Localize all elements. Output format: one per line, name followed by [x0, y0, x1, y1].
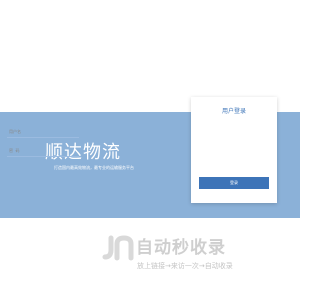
watermark-logo-icon — [102, 235, 134, 261]
page: 顺达物流 打造国内最高效物流，最专业的运输服务平台 用户登录 登录 自动秒收录 … — [0, 0, 300, 300]
login-title: 用户登录 — [221, 108, 246, 115]
brand-subtitle: 打造国内最高效物流，最专业的运输服务平台 — [54, 165, 134, 170]
username-input[interactable] — [7, 127, 79, 136]
password-field — [7, 144, 79, 157]
watermark-name: 自动秒收录 — [136, 238, 226, 258]
username-field — [7, 125, 79, 138]
login-button[interactable]: 登录 — [199, 177, 269, 189]
watermark-slogan: 放上链接→来访一次→自动收录 — [137, 262, 233, 270]
password-input[interactable] — [7, 146, 79, 155]
watermark: 自动秒收录 放上链接→来访一次→自动收录 — [100, 235, 290, 275]
